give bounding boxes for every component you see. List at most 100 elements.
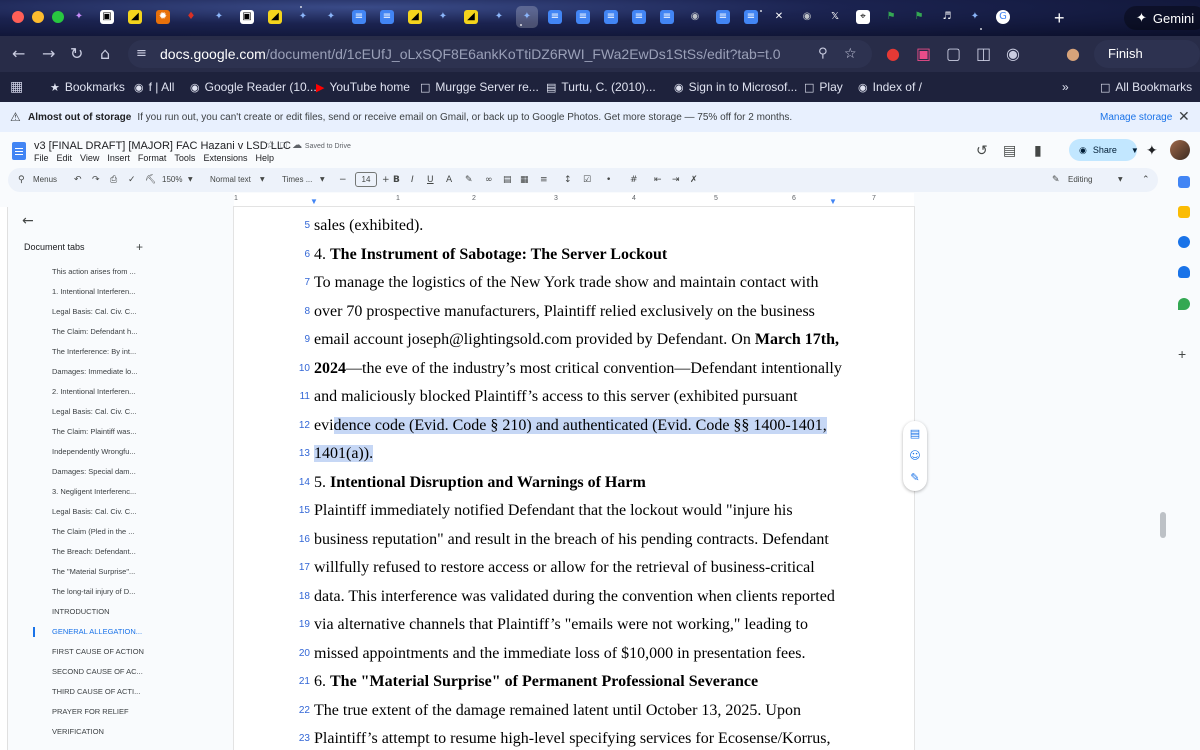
left-indent-marker[interactable]: ▼ — [310, 197, 318, 206]
browser-tab[interactable]: ✦ — [488, 6, 510, 28]
decrease-indent-icon[interactable]: ⇤ — [654, 174, 662, 186]
extensions-puzzle-icon[interactable]: ▢ — [946, 44, 961, 64]
browser-tab[interactable]: ◉ — [684, 6, 706, 28]
browser-tab[interactable]: ✦ — [68, 6, 90, 28]
document-line[interactable]: 19 via alternative channels that Plaintif… — [234, 611, 914, 639]
browser-tab[interactable]: ◢ — [264, 6, 286, 28]
browser-tab[interactable]: ≡ — [376, 6, 398, 28]
browser-tab[interactable]: ✦ — [292, 6, 314, 28]
more-bookmarks-chevron-icon[interactable]: » — [1062, 80, 1069, 94]
chevron-down-icon[interactable]: ▼ — [260, 174, 265, 186]
gemini-button[interactable]: ✦ Gemini — [1124, 6, 1200, 30]
outline-item[interactable]: Legal Basis: Cal. Civ. C... — [10, 502, 180, 522]
outline-item[interactable]: The Interference: By int... — [10, 342, 180, 362]
browser-tab[interactable]: ♦ — [180, 6, 202, 28]
link-icon[interactable]: ∞ — [485, 174, 493, 186]
browser-tab[interactable]: G — [992, 6, 1014, 28]
text-color-icon[interactable]: A — [446, 174, 452, 186]
document-line[interactable]: 10 2024—the eve of the industry’s most cr… — [234, 355, 914, 383]
underline-icon[interactable]: U — [427, 174, 434, 186]
address-bar[interactable]: ≡ docs.google.com/document/d/1cEUfJ_oLxS… — [128, 40, 872, 68]
browser-tab[interactable]: ✕ — [768, 6, 790, 28]
star-icon[interactable]: ☆ — [266, 140, 275, 151]
document-line[interactable]: 18 data. This interference was validated … — [234, 583, 914, 611]
checklist-icon[interactable]: ☑ — [583, 174, 591, 186]
redo-icon[interactable]: ↷ — [92, 174, 100, 186]
outline-item[interactable]: The Breach: Defendant... — [10, 542, 180, 562]
bookmark-star-icon[interactable]: ☆ — [844, 44, 857, 64]
search-icon[interactable]: ⚲ — [18, 174, 25, 186]
document-line[interactable]: 20 missed appointments and the immediate … — [234, 640, 914, 668]
browser-tab[interactable]: ✦ — [432, 6, 454, 28]
outline-item[interactable]: SECOND CAUSE OF AC... — [10, 662, 180, 682]
font-size-input[interactable]: 14 — [355, 172, 377, 187]
browser-tab[interactable]: ≡ — [628, 6, 650, 28]
horizontal-ruler[interactable]: 1 1 2 3 4 5 6 7 ▼ ▼ — [234, 193, 914, 207]
spellcheck-icon[interactable]: ✓ — [128, 174, 136, 186]
suggest-edits-icon[interactable]: ✎ — [908, 471, 922, 485]
browser-tab[interactable]: ⚑ — [908, 6, 930, 28]
bookmark-item[interactable]: ◉ Sign in to Microsof... — [674, 80, 797, 94]
print-icon[interactable]: ⎙ — [110, 174, 117, 186]
browser-tab[interactable]: ♬ — [936, 6, 958, 28]
document-line[interactable]: 23 Plaintiff’s attempt to resume high-lev… — [234, 725, 914, 750]
font-select[interactable]: Times ... — [282, 175, 312, 184]
menu-tools[interactable]: Tools — [174, 153, 195, 163]
menu-help[interactable]: Help — [255, 153, 274, 163]
document-page[interactable]: 5 sales (exhibited). 6 4. The Instrument of… — [234, 207, 914, 750]
menu-edit[interactable]: Edit — [57, 153, 73, 163]
outline-item[interactable]: 3. Negligent Interferenc... — [10, 482, 180, 502]
chevron-down-icon[interactable]: ▼ — [320, 174, 325, 186]
outline-item[interactable]: THIRD CAUSE OF ACTI... — [10, 682, 180, 702]
document-line[interactable]: 11 and maliciously blocked Plaintiff’s ac… — [234, 383, 914, 411]
tasks-icon[interactable] — [1178, 236, 1190, 248]
bookmark-item[interactable]: ★ Bookmarks — [50, 80, 125, 94]
extension-icon[interactable]: ▣ — [916, 44, 931, 64]
outline-item[interactable]: FIRST CAUSE OF ACTION — [10, 642, 180, 662]
manage-storage-link[interactable]: Manage storage — [1100, 112, 1172, 123]
outline-item[interactable]: Legal Basis: Cal. Civ. C... — [10, 402, 180, 422]
outline-item[interactable]: PRAYER FOR RELIEF — [10, 702, 180, 722]
browser-tab[interactable]: ⌖ — [852, 6, 874, 28]
increase-font-size-icon[interactable]: + — [382, 174, 390, 186]
browser-tab[interactable]: ✦ — [208, 6, 230, 28]
collapse-menus-icon[interactable]: ⌃ — [1142, 174, 1150, 186]
emoji-reaction-icon[interactable]: ☺ — [908, 449, 922, 463]
profile-menu-icon[interactable]: ◉ — [1006, 44, 1020, 64]
chevron-down-icon[interactable]: ▼ — [188, 174, 193, 186]
sidebar-icon[interactable]: ◫ — [976, 44, 991, 64]
menu-view[interactable]: View — [80, 153, 99, 163]
document-title[interactable]: v3 [FINAL DRAFT] [MAJOR] FAC Hazani v LS… — [34, 140, 291, 152]
bookmark-item[interactable]: ◉ f | All — [134, 80, 174, 94]
window-maximize-button[interactable] — [52, 11, 64, 23]
site-settings-icon[interactable]: ≡ — [136, 44, 147, 64]
add-comment-icon[interactable]: ▤ — [503, 174, 512, 186]
browser-tab[interactable]: ▣ — [96, 6, 118, 28]
browser-tab[interactable]: ◢ — [404, 6, 426, 28]
paint-format-icon[interactable]: ⛏ — [145, 174, 156, 186]
browser-tab[interactable]: ✦ — [320, 6, 342, 28]
browser-tab[interactable]: ◢ — [124, 6, 146, 28]
new-tab-button[interactable]: + — [1054, 8, 1065, 28]
finish-update-button[interactable]: Finish update — [1094, 40, 1200, 89]
browser-tab[interactable]: ≡ — [572, 6, 594, 28]
menu-format[interactable]: Format — [138, 153, 167, 163]
window-minimize-button[interactable] — [32, 11, 44, 23]
browser-tab[interactable]: ✹ — [152, 6, 174, 28]
document-line[interactable]: 17 willfully refused to restore access or… — [234, 554, 914, 582]
contacts-icon[interactable] — [1178, 266, 1190, 278]
outline-item[interactable]: VERIFICATION — [10, 722, 180, 742]
profile-avatar-icon[interactable]: ● — [1066, 44, 1080, 64]
outline-item[interactable]: INTRODUCTION — [10, 602, 180, 622]
document-line[interactable]: 8 over 70 prospective manufacturers, Plai… — [234, 298, 914, 326]
zoom-search-icon[interactable]: ⚲ — [818, 44, 828, 64]
reload-icon[interactable]: ↻ — [70, 44, 83, 64]
close-icon[interactable]: ✕ — [1178, 108, 1190, 125]
version-history-icon[interactable]: ↺ — [976, 143, 988, 159]
menu-extensions[interactable]: Extensions — [203, 153, 247, 163]
outline-item[interactable]: Legal Basis: Cal. Civ. C... — [10, 302, 180, 322]
maps-icon[interactable] — [1178, 298, 1190, 310]
numbered-list-icon[interactable]: # — [630, 174, 638, 186]
outline-item[interactable]: The Claim: Defendant h... — [10, 322, 180, 342]
menu-insert[interactable]: Insert — [107, 153, 130, 163]
